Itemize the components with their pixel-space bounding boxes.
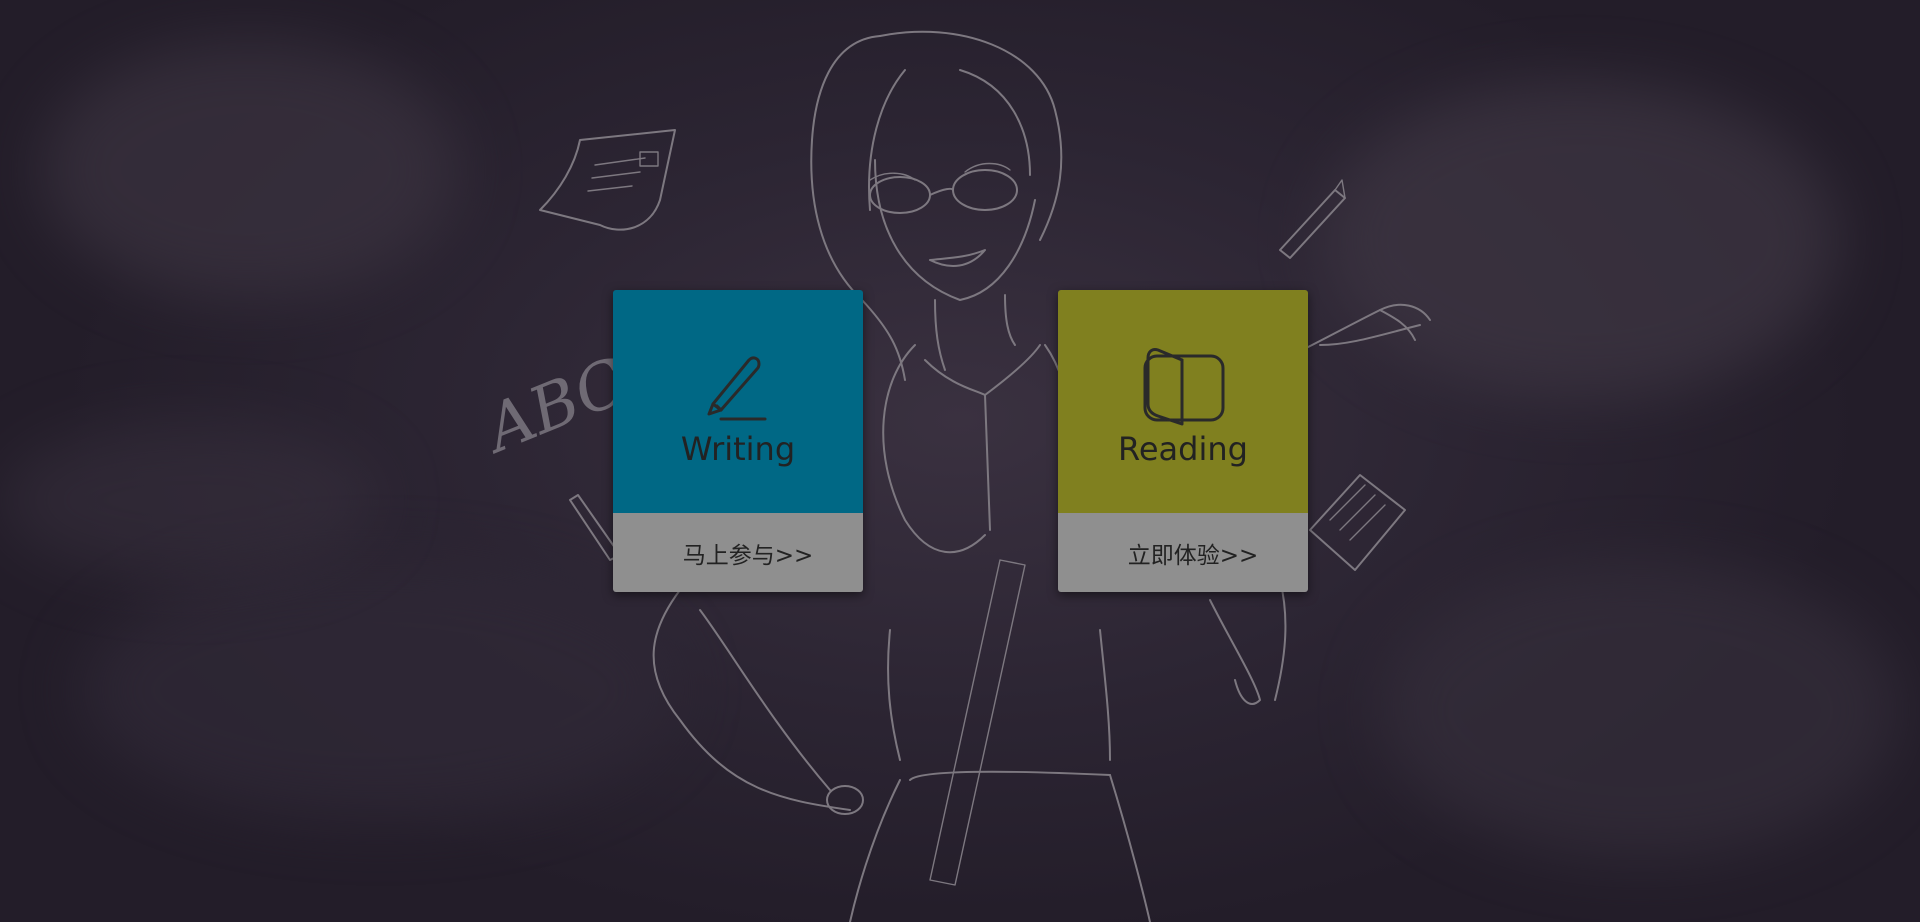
writing-join-button[interactable]: 马上参与>> — [613, 513, 863, 592]
writing-card[interactable]: Writing 马上参与>> — [613, 290, 863, 592]
pen-icon — [693, 346, 783, 426]
writing-card-header[interactable]: Writing — [613, 290, 863, 513]
reading-card[interactable]: Reading 立即体验>> — [1058, 290, 1308, 592]
reading-card-header[interactable]: Reading — [1058, 290, 1308, 513]
writing-card-title: Writing — [680, 430, 796, 468]
book-icon — [1138, 346, 1228, 426]
teacher-sketch-illustration: ABC — [472, 30, 1431, 922]
reading-try-button[interactable]: 立即体验>> — [1058, 513, 1308, 592]
landing-stage: ABC Writing 马上参与>> Reading 立即体验>> — [0, 0, 1920, 922]
reading-card-title: Reading — [1118, 430, 1248, 468]
